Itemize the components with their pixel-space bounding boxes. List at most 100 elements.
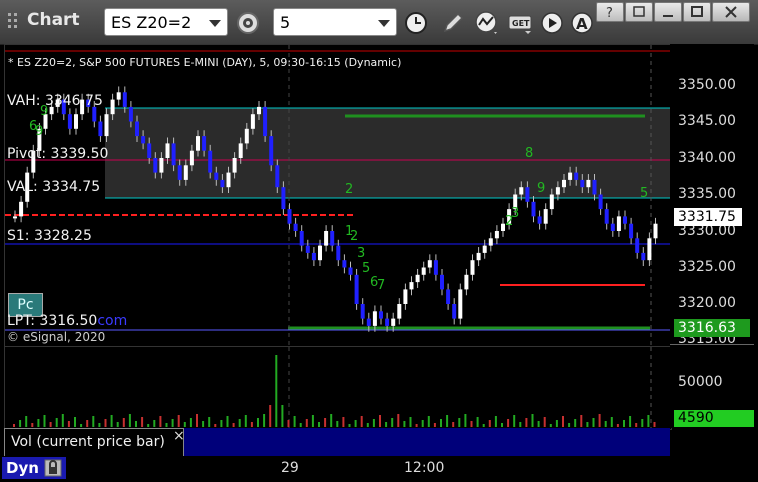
app-title: Chart	[6, 10, 80, 30]
price-chart-panel[interactable]: 969212356789235 * ES Z20=2, S&P 500 FUTU…	[4, 44, 672, 347]
volume-bar	[525, 418, 528, 427]
draw-button[interactable]	[438, 8, 468, 38]
candle-body	[171, 143, 176, 166]
alert-button[interactable]: A	[567, 8, 597, 38]
pivot-label: Pivot: 3339.50	[7, 146, 109, 162]
clock-icon	[405, 12, 427, 34]
volume-bar	[366, 423, 369, 427]
axis-divider	[670, 344, 754, 345]
close-button[interactable]	[712, 2, 750, 22]
volume-bar	[513, 415, 516, 427]
candle-body	[641, 252, 646, 261]
candle-body	[208, 150, 213, 173]
volume-bar	[482, 424, 485, 427]
minimize-button[interactable]	[654, 2, 682, 22]
candle-body	[403, 289, 408, 304]
play-button[interactable]	[537, 8, 567, 38]
volume-bar	[13, 424, 15, 427]
volume-bar	[555, 420, 558, 427]
volume-bar	[647, 415, 650, 427]
volume-bar	[562, 416, 564, 427]
study-icon	[475, 11, 497, 34]
get-button[interactable]: GET	[506, 8, 536, 38]
lock-icon	[44, 459, 62, 477]
candle-body	[476, 252, 481, 261]
volume-bar	[135, 421, 137, 427]
volume-bar	[80, 424, 83, 427]
candle-body	[562, 179, 566, 188]
volume-bar	[165, 423, 168, 427]
symbol-input[interactable]: ES Z20=2	[104, 8, 228, 36]
price-tick: 3350.00	[678, 77, 736, 93]
volume-bar	[305, 419, 308, 427]
volume-bar	[220, 420, 223, 427]
candle-body	[452, 304, 457, 319]
dyn-button[interactable]: Dyn	[2, 457, 66, 479]
volume-bar	[458, 418, 461, 427]
candle-body	[604, 209, 609, 224]
interval-input[interactable]: 5	[273, 8, 397, 36]
volume-bar	[440, 419, 442, 427]
volume-bar	[275, 355, 278, 427]
volume-bar	[476, 417, 479, 427]
volume-bar	[147, 424, 150, 427]
studies-button[interactable]	[472, 8, 502, 38]
vah-label: VAH: 3346.75	[7, 93, 103, 109]
volume-bar	[250, 422, 253, 427]
maximize-button[interactable]	[683, 2, 711, 22]
vol-label-panel[interactable]: Vol (current price bar) ×	[4, 428, 185, 458]
candle-body	[653, 223, 658, 239]
candle-body	[244, 128, 249, 144]
candle-body	[98, 121, 103, 137]
time-button[interactable]	[401, 8, 431, 38]
play-icon	[541, 12, 563, 34]
volume-bar	[464, 414, 467, 427]
volume-bar	[202, 421, 205, 427]
volume-bar	[549, 424, 552, 427]
candle-body	[433, 260, 438, 275]
candle-body	[482, 245, 487, 253]
candle-body	[348, 267, 353, 275]
vol-label: Vol (current price bar)	[11, 434, 165, 450]
candle-body	[232, 158, 237, 173]
volume-panel[interactable]	[4, 346, 672, 430]
candle-body	[623, 216, 627, 224]
volume-bar	[635, 423, 638, 427]
volume-chart-svg	[13, 347, 656, 429]
price-axis[interactable]: 3350.00 3345.00 3340.00 3335.00 3330.00 …	[670, 44, 754, 428]
volume-bar	[372, 419, 375, 427]
price-tick: 3335.00	[678, 186, 736, 202]
vol-close-icon[interactable]: ×	[173, 428, 185, 444]
alert-icon: A	[571, 12, 593, 34]
candle-body	[269, 136, 274, 166]
help-button[interactable]: ?	[596, 2, 624, 22]
candle-body	[147, 143, 152, 158]
candle-body	[238, 143, 243, 158]
candle-body	[598, 194, 603, 210]
count-annotation: 7	[377, 278, 385, 293]
candle-body	[616, 216, 621, 231]
volume-bar	[25, 416, 28, 427]
candle-body	[458, 289, 463, 319]
restore-button[interactable]	[625, 2, 653, 22]
gear-icon	[237, 12, 259, 34]
candle-body	[592, 179, 597, 195]
candle-body	[525, 187, 530, 202]
volume-bar	[67, 421, 70, 427]
candle-body	[299, 231, 304, 246]
count-annotation: 3	[357, 246, 365, 261]
volume-bar	[74, 417, 76, 427]
settings-button[interactable]	[233, 8, 263, 38]
candle-body	[226, 172, 231, 188]
count-annotation: 5	[640, 186, 648, 201]
volume-bar	[507, 419, 510, 427]
volume-bar	[244, 415, 247, 427]
candle-body	[543, 209, 548, 224]
candle-body	[549, 194, 554, 210]
candle-body	[135, 121, 139, 137]
candle-body	[214, 172, 219, 180]
volume-bar	[122, 418, 125, 427]
volume-bar	[568, 423, 571, 427]
chart-header: * ES Z20=2, S&P 500 FUTURES E-MINI (DAY)…	[8, 56, 402, 69]
volume-bar	[43, 415, 46, 427]
